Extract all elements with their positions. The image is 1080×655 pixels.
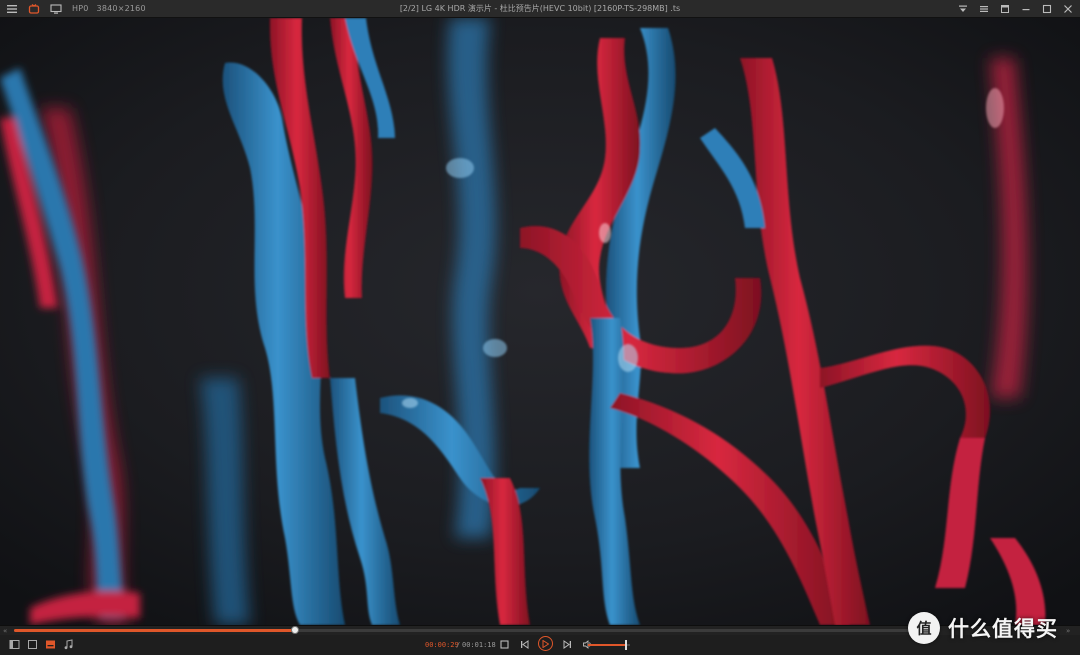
volume-slider[interactable] bbox=[588, 640, 630, 650]
settings-icon[interactable] bbox=[978, 3, 990, 15]
menu-icon[interactable] bbox=[6, 3, 18, 15]
playback-controls bbox=[498, 636, 593, 651]
seek-thumb[interactable] bbox=[290, 626, 299, 634]
seek-progress-fill bbox=[14, 629, 295, 632]
watermark-logo: 值 bbox=[908, 612, 940, 644]
play-icon bbox=[542, 639, 549, 648]
pin-icon[interactable] bbox=[999, 3, 1011, 15]
logo-icon[interactable] bbox=[28, 3, 40, 15]
subtitle-icon[interactable] bbox=[44, 638, 56, 650]
monitor-icon[interactable] bbox=[50, 3, 62, 15]
minimize-icon[interactable] bbox=[1020, 3, 1032, 15]
codec-label: HP0 bbox=[72, 4, 89, 13]
paint-splash-image bbox=[0, 18, 1080, 625]
play-button[interactable] bbox=[538, 636, 553, 651]
title-bar: HP0 3840×2160 [2/2] LG 4K HDR 演示片 - 杜比预告… bbox=[0, 0, 1080, 18]
playlist-icon[interactable] bbox=[8, 638, 20, 650]
watermark-logo-icon: 值 bbox=[916, 620, 931, 638]
stop-square-icon[interactable] bbox=[26, 638, 38, 650]
music-icon[interactable] bbox=[62, 638, 74, 650]
window-controls bbox=[957, 0, 1074, 18]
close-icon[interactable] bbox=[1062, 3, 1074, 15]
title-bar-left: HP0 3840×2160 bbox=[0, 0, 146, 18]
window-title: [2/2] LG 4K HDR 演示片 - 杜比预告片(HEVC 10bit) … bbox=[399, 4, 681, 13]
watermark-logo-glyph: 值 bbox=[916, 620, 931, 638]
seek-left-arrow-icon[interactable]: « bbox=[3, 627, 7, 635]
resolution-label: 3840×2160 bbox=[96, 4, 146, 13]
control-bar-left bbox=[8, 638, 74, 650]
maximize-icon[interactable] bbox=[1041, 3, 1053, 15]
watermark: 值 什么值得买 bbox=[908, 611, 1058, 645]
stop-icon[interactable] bbox=[498, 639, 510, 651]
dropdown-icon[interactable] bbox=[957, 3, 969, 15]
seek-right-arrow-icon[interactable]: » bbox=[1066, 627, 1070, 635]
total-time: 00:01:18 bbox=[462, 641, 496, 649]
watermark-text: 什么值得买 bbox=[948, 617, 1058, 641]
next-icon[interactable] bbox=[561, 639, 573, 651]
seek-track[interactable] bbox=[14, 626, 920, 634]
volume-fill bbox=[588, 644, 626, 646]
previous-icon[interactable] bbox=[518, 639, 530, 651]
volume-thumb[interactable] bbox=[624, 640, 627, 650]
current-time: 00:00:29 bbox=[425, 641, 459, 649]
video-frame[interactable] bbox=[0, 18, 1080, 625]
time-separator: / bbox=[456, 641, 461, 649]
media-info: HP0 3840×2160 bbox=[72, 4, 146, 13]
